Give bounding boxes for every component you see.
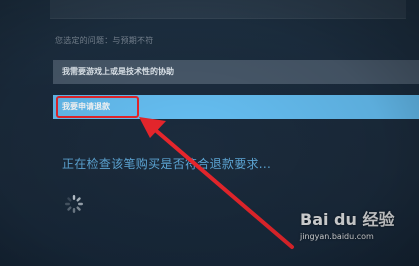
baidu-watermark: Bai du 经验 jingyan.baidu.com xyxy=(300,206,410,256)
annotation-highlight-box xyxy=(56,96,139,118)
previous-panel xyxy=(50,0,406,19)
watermark-logo: Bai du 经验 xyxy=(300,210,395,229)
selected-question-label: 您选定的问题：与预期不符 xyxy=(55,36,154,45)
option-technical-help-label: 我需要游戏上或是技术性的协助 xyxy=(62,67,174,76)
option-technical-help[interactable]: 我需要游戏上或是技术性的协助 xyxy=(53,60,419,84)
loading-spinner-icon xyxy=(65,195,83,213)
status-checking-text: 正在检查该笔购买是否符合退款要求... xyxy=(62,157,272,171)
watermark-url: jingyan.baidu.com xyxy=(300,232,374,241)
